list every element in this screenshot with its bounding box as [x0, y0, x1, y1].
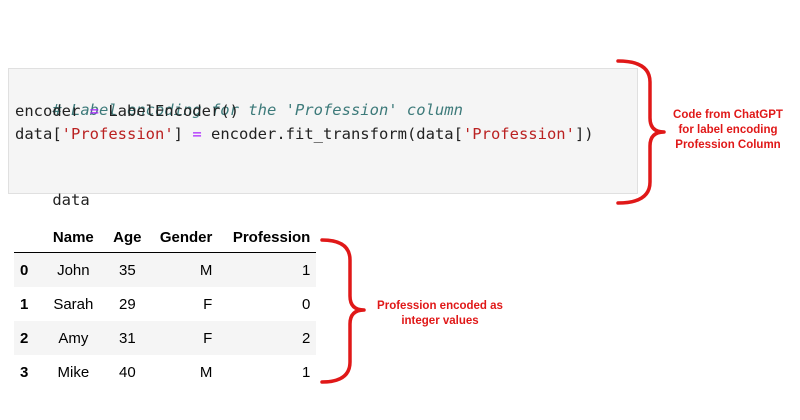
table-row: 1 Sarah 29 F 0: [14, 287, 316, 321]
code-token: ]): [574, 125, 594, 143]
cell-gender: M: [199, 363, 213, 381]
table-row: 3 Mike 40 M 1: [14, 355, 316, 389]
column-header: Profession: [218, 222, 317, 253]
code-token: encoder.fit_transform(data[: [201, 125, 463, 143]
column-header: Age: [104, 222, 151, 253]
row-index: 1: [20, 295, 29, 313]
code-operator: =: [192, 125, 202, 143]
code-token: encoder: [15, 102, 90, 120]
index-header: [14, 222, 43, 253]
right-curly-brace-icon: [320, 238, 366, 384]
cell-gender: M: [199, 261, 213, 279]
cell-age: 40: [119, 363, 136, 381]
cell-age: 35: [119, 261, 136, 279]
cell-gender: F: [203, 295, 213, 313]
table-row: 2 Amy 31 F 2: [14, 321, 317, 355]
code-token: data: [52, 191, 90, 209]
table-row: 0 John 35 M 1: [14, 252, 317, 287]
code-cell[interactable]: # Label encoding for the 'Profession' co…: [8, 68, 638, 209]
column-header: Gender: [150, 222, 219, 253]
code-string: 'Profession': [61, 125, 174, 143]
code-string: 'Profession': [462, 125, 575, 143]
cell-profession: 2: [302, 329, 311, 347]
code-token: ]: [173, 125, 193, 143]
cell-age: 29: [119, 295, 136, 313]
cell-name: Sarah: [53, 295, 94, 313]
cell-gender: F: [203, 329, 213, 347]
cell-profession: 1: [302, 363, 311, 381]
code-line-2: encoder = LabelEncoder(): [15, 100, 239, 122]
column-header: Name: [42, 222, 105, 253]
code-line-3: data['Profession'] = encoder.fit_transfo…: [15, 123, 594, 145]
table-header-row: Name Age Gender Profession: [14, 222, 317, 253]
code-operator: =: [89, 102, 99, 120]
row-index: 3: [20, 363, 29, 381]
dataframe-output: Name Age Gender Profession 0 John 35 M 1…: [14, 222, 317, 389]
cell-name: Mike: [57, 363, 90, 381]
cell-age: 31: [119, 329, 136, 347]
cell-name: John: [57, 261, 90, 279]
row-index: 0: [20, 261, 29, 279]
code-token: data[: [15, 125, 62, 143]
code-line-1: # Label encoding for the 'Profession' co…: [15, 77, 463, 119]
row-index: 2: [20, 329, 29, 347]
cell-profession: 1: [302, 261, 311, 279]
code-annotation: Code from ChatGPT for label encoding Pro…: [673, 109, 783, 151]
cell-name: Amy: [58, 329, 89, 347]
code-line-5: data: [15, 167, 89, 209]
cell-profession: 0: [302, 295, 311, 313]
table-annotation: Profession encoded as integer values: [377, 300, 503, 327]
code-token: LabelEncoder(): [99, 102, 239, 120]
